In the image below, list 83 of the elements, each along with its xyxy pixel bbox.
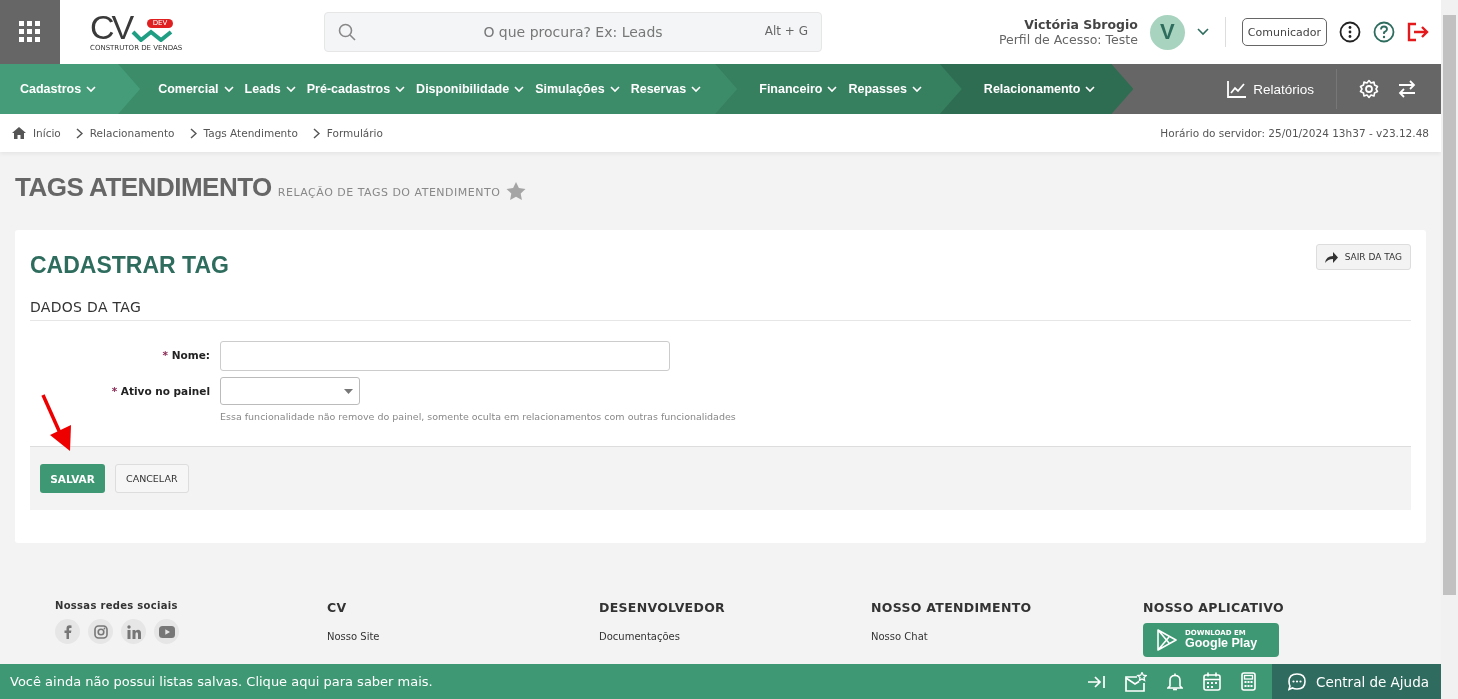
line-chart-icon [1227,80,1248,98]
breadcrumb-link[interactable]: Tags Atendimento [203,127,298,139]
page-subtitle: RELAÇÃO DE TAGS DO ATENDIMENTO [277,186,501,199]
footer-heading: NOSSO APLICATIVO [1143,600,1285,615]
home-icon [12,127,26,139]
chevron-down-icon [911,85,922,93]
menu-item[interactable]: Pré-cadastros [306,82,406,96]
menu-item[interactable]: Financeiro [759,82,838,96]
footer-heading: DESENVOLVEDOR [599,600,726,615]
menu-item[interactable]: Comercial [158,82,234,96]
chevron-down-icon [1085,85,1096,93]
menu-item[interactable]: Relacionamento [983,82,1096,96]
logout-icon[interactable] [1407,22,1429,42]
exit-button[interactable]: SAIR DA TAG [1315,244,1411,270]
chevron-right-icon [189,127,197,139]
info-icon[interactable] [1339,21,1361,43]
facebook-icon[interactable] [55,619,80,644]
menu-item[interactable]: Disponibilidade [416,82,525,96]
star-icon[interactable] [506,181,527,201]
footer-link[interactable]: Documentações [599,631,871,642]
help-center-button[interactable]: Central de Ajuda [1272,664,1441,699]
breadcrumb-link[interactable]: Início [33,127,61,139]
form-title: CADASTRAR TAG [30,252,229,279]
save-button[interactable]: SALVAR [40,464,105,493]
footer-link[interactable]: Nosso Chat [871,631,1143,642]
chevron-right-icon [312,127,320,139]
envelope-star-icon[interactable] [1125,671,1147,692]
chevron-down-icon [395,85,406,93]
chevron-down-icon [514,85,525,93]
swap-icon[interactable] [1397,80,1417,98]
instagram-icon[interactable] [88,619,113,644]
footer-link[interactable]: Nosso Site [327,631,599,642]
share-arrow-icon [1324,251,1338,263]
menu-item[interactable]: Repasses [848,82,922,96]
page-title: TAGS ATENDIMENTO [15,172,272,203]
field-label: * Ativo no painel [110,384,210,397]
breadcrumb-link[interactable]: Formulário [326,127,383,139]
calendar-icon[interactable] [1203,672,1221,691]
communicator-button[interactable]: Comunicador [1241,18,1327,46]
wave-icon [131,28,174,42]
chevron-down-icon [285,85,296,93]
video-play-icon[interactable] [154,619,179,644]
chevron-right-icon [75,127,83,139]
calculator-icon[interactable] [1241,672,1256,691]
chevron-down-icon [86,85,97,93]
bell-icon[interactable] [1167,672,1183,691]
section-title: DADOS DA TAG [30,285,1411,321]
linkedin-icon[interactable] [121,619,146,644]
pointer-arrow [40,393,74,453]
grid-icon [19,21,41,43]
shortcut-hint: Alt + G [764,24,808,38]
user-avatar[interactable]: V [1149,14,1185,50]
play-triangle-icon [1157,629,1177,651]
reports-link[interactable]: Relatórios [1227,80,1314,98]
help-icon[interactable] [1373,21,1395,43]
chevron-down-icon[interactable] [1196,28,1209,36]
chevron-down-icon [223,85,234,93]
dropdown-caret-icon [344,388,353,394]
chat-bubble-icon [1288,672,1306,691]
search-icon [338,23,356,41]
apps-menu-button[interactable] [0,0,60,64]
saved-lists-message[interactable]: Você ainda não possui listas salvas. Clique aqui para saber mais. [0,674,433,689]
footer-heading: Nossas redes sociais [55,600,179,611]
footer-heading: CV [327,600,348,615]
menu-item[interactable]: Reservas [630,82,702,96]
field-label: * Nome: [161,348,210,361]
user-profile: Perfil de Acesso: Teste [998,32,1138,47]
arrow-to-bar-icon[interactable] [1087,674,1105,689]
menu-item[interactable]: Simulações [535,82,620,96]
menu-item[interactable]: Leads [244,82,296,96]
chevron-down-icon [827,85,838,93]
scrollbar[interactable] [1441,0,1458,699]
chevron-down-icon [609,85,620,93]
footer-heading: NOSSO ATENDIMENTO [871,600,1033,615]
breadcrumb-link[interactable]: Relacionamento [89,127,175,139]
name-input[interactable] [220,341,670,371]
settings-icon[interactable] [1359,79,1379,99]
menu-item[interactable]: Cadastros [20,82,97,96]
user-name: Victória Sbrogio [1024,17,1138,32]
server-time: Horário do servidor: 25/01/2024 13h37 - v23.12.48 [1160,127,1429,139]
chevron-down-icon [691,85,702,93]
cancel-button[interactable]: CANCELAR [115,464,189,493]
help-text: Essa funcionalidade não remove do painel, somente oculta em relacionamentos com outras funcionalidades [220,411,736,422]
